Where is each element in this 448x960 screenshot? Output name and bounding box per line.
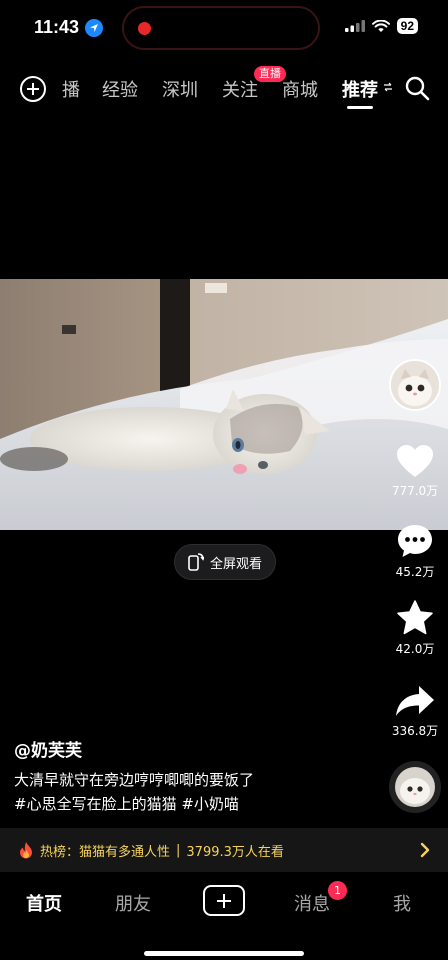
fullscreen-button[interactable]: 全屏观看 [174, 544, 276, 580]
tab-home[interactable]: 首页 [26, 890, 62, 916]
comment-count: 45.2万 [395, 565, 435, 579]
video-description: 大清早就守在旁边哼哼唧唧的要饭了 #心思全写在脸上的猫猫 #小奶喵 [14, 768, 374, 816]
top-nav: 播 经验 深圳 关注 直播 商城 推荐 [0, 66, 448, 110]
author-avatar[interactable] [389, 359, 441, 411]
status-time: 11:43 [34, 17, 80, 37]
hot-list-bar[interactable]: 热榜：猫猫有多通人性 | 3799.3万人在看 [0, 828, 448, 872]
fullscreen-label: 全屏观看 [209, 556, 262, 572]
swap-arrows-icon[interactable] [384, 82, 392, 92]
favorite-count: 42.0万 [395, 642, 435, 656]
wifi-icon [371, 19, 390, 32]
share-arrow-icon [396, 686, 434, 716]
battery-icon: 92 [396, 18, 418, 34]
description-text: 大清早就守在旁边哼哼唧唧的要饭了 [14, 771, 255, 789]
active-tab-underline [347, 106, 373, 109]
dynamic-island[interactable] [122, 6, 320, 50]
hot-separator: | [176, 842, 181, 858]
comment-button[interactable]: 45.2万 [383, 523, 447, 580]
tab-messages[interactable]: 消息 [294, 890, 330, 916]
messages-badge: 1 [328, 881, 347, 900]
recording-dot-icon [138, 22, 151, 35]
hot-viewers: 3799.3万人在看 [186, 844, 284, 860]
video-player[interactable] [0, 279, 448, 530]
chevron-right-icon [420, 842, 430, 858]
tab-recommend[interactable]: 推荐 [342, 76, 378, 102]
music-cover-icon [395, 767, 435, 807]
time-group: 11:43 [34, 17, 104, 38]
bottom-tab-bar: 首页 朋友 消息 1 我 [0, 872, 448, 960]
star-icon [397, 600, 433, 635]
like-count: 777.0万 [391, 484, 439, 498]
status-bar: 11:43 92 [0, 0, 448, 56]
heart-icon [397, 445, 433, 477]
tab-mall[interactable]: 商城 [282, 76, 318, 102]
hot-list-title: 热榜：猫猫有多通人性 [40, 844, 171, 860]
status-indicators: 92 [344, 18, 418, 34]
tab-experience[interactable]: 经验 [102, 76, 138, 102]
flame-icon [20, 842, 32, 859]
favorite-button[interactable]: 42.0万 [383, 600, 447, 657]
home-indicator[interactable] [144, 951, 304, 956]
share-button[interactable]: 336.8万 [383, 684, 447, 739]
comment-icon [398, 525, 432, 557]
cat-avatar-icon [391, 361, 439, 409]
signal-icon [344, 20, 365, 32]
search-icon[interactable] [404, 75, 430, 101]
location-arrow-icon [85, 18, 104, 37]
share-count: 336.8万 [391, 724, 439, 738]
add-icon[interactable] [20, 76, 46, 102]
tab-following[interactable]: 关注 [222, 76, 258, 102]
tab-me[interactable]: 我 [393, 890, 411, 916]
author-name[interactable]: @奶芙芙 [14, 736, 82, 761]
tab-friends[interactable]: 朋友 [115, 890, 151, 916]
cat-video-frame [0, 279, 448, 530]
create-post-button[interactable] [203, 885, 245, 916]
like-button[interactable]: 777.0万 [383, 444, 447, 499]
hashtags[interactable]: #心思全写在脸上的猫猫 #小奶喵 [14, 792, 374, 816]
music-disc[interactable] [389, 761, 441, 813]
tab-live[interactable]: 播 [62, 76, 80, 102]
tab-shenzhen[interactable]: 深圳 [162, 76, 198, 102]
rotate-screen-icon [188, 553, 204, 571]
